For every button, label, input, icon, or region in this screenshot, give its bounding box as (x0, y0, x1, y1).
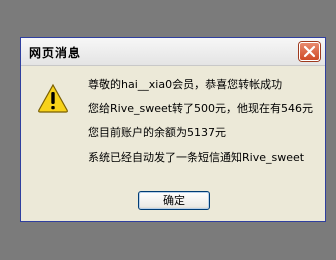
message-dialog: 网页消息 尊敬的hai__xia0会员，恭喜您转帐成功 您给Rive_sweet… (20, 37, 326, 222)
ok-button[interactable]: 确定 (138, 191, 210, 210)
warning-icon (38, 83, 68, 113)
message-line-4: 系统已经自动发了一条短信通知Rive_sweet (88, 151, 305, 164)
dialog-title: 网页消息 (29, 46, 82, 60)
message-line-1: 尊敬的hai__xia0会员，恭喜您转帐成功 (88, 78, 283, 91)
dialog-titlebar[interactable]: 网页消息 (21, 38, 325, 66)
close-icon (303, 45, 316, 58)
message-line-2: 您给Rive_sweet转了500元，他现在有546元 (88, 102, 314, 115)
close-button[interactable] (299, 42, 320, 61)
message-line-3: 您目前账户的余额为5137元 (88, 126, 226, 139)
